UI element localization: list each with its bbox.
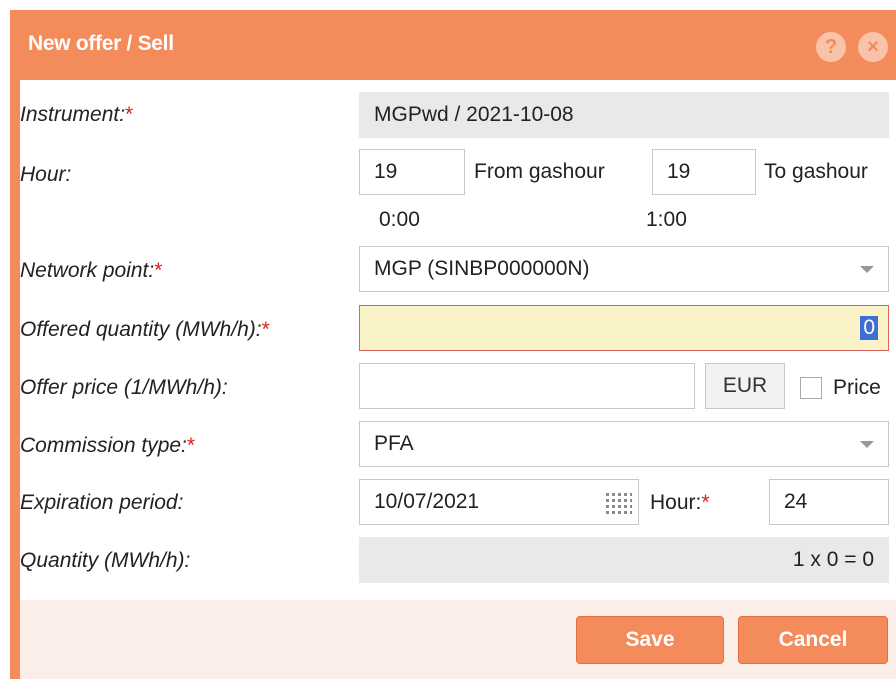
network-point-value: MGP (SINBP000000N)	[374, 257, 590, 280]
price-checkbox[interactable]	[800, 377, 822, 399]
currency-label: EUR	[705, 363, 785, 409]
commission-type-label: Commission type:*	[20, 434, 196, 457]
expiration-hour-value: 24	[784, 490, 808, 513]
save-button[interactable]: Save	[576, 616, 724, 664]
to-time: 1:00	[646, 208, 687, 231]
quantity-label: Quantity (MWh/h):	[20, 549, 191, 572]
required-marker: *	[261, 318, 270, 341]
from-gashour-value: 19	[374, 160, 398, 183]
chevron-down-icon	[860, 441, 874, 448]
to-gashour-value: 19	[667, 160, 691, 183]
network-point-label: Network point:*	[20, 259, 163, 282]
instrument-label: Instrument:*	[20, 103, 134, 126]
required-marker: *	[186, 434, 196, 457]
commission-type-select[interactable]: PFA	[359, 421, 889, 467]
required-marker: *	[701, 491, 710, 514]
instrument-field: MGPwd / 2021-10-08	[359, 92, 889, 138]
expiration-date-value: 10/07/2021	[374, 490, 480, 513]
instrument-value: MGPwd / 2021-10-08	[374, 103, 574, 126]
expiration-date-input[interactable]: 10/07/2021	[359, 479, 639, 525]
required-marker: *	[125, 103, 134, 126]
from-time: 0:00	[379, 208, 420, 231]
expiration-hour-input[interactable]: 24	[769, 479, 889, 525]
chevron-down-icon	[860, 266, 874, 273]
offered-quantity-input[interactable]: 0	[359, 305, 889, 351]
required-marker: *	[154, 259, 163, 282]
from-gashour-input[interactable]: 19	[359, 149, 465, 195]
quantity-field: 1 x 0 = 0	[359, 537, 889, 583]
offered-quantity-label: Offered quantity (MWh/h):*	[20, 318, 270, 341]
close-icon[interactable]: ×	[858, 32, 888, 62]
quantity-value: 1 x 0 = 0	[792, 548, 874, 571]
from-gashour-label: From gashour	[474, 160, 605, 183]
dialog-titlebar: New offer / Sell ? ×	[10, 10, 896, 80]
help-icon[interactable]: ?	[816, 32, 846, 62]
cancel-button[interactable]: Cancel	[738, 616, 888, 664]
expiration-period-label: Expiration period:	[20, 491, 184, 514]
offer-price-label: Offer price (1/MWh/h):	[20, 376, 228, 399]
expiration-hour-label: Hour:*	[650, 491, 710, 514]
to-gashour-label: To gashour	[764, 160, 868, 183]
dialog-title: New offer / Sell	[28, 32, 174, 55]
hour-label: Hour:	[20, 163, 72, 186]
price-checkbox-label: Price	[833, 376, 881, 399]
to-gashour-input[interactable]: 19	[652, 149, 756, 195]
network-point-select[interactable]: MGP (SINBP000000N)	[359, 246, 889, 292]
calendar-icon[interactable]	[606, 490, 632, 514]
offered-quantity-value: 0	[860, 316, 878, 340]
offer-price-input[interactable]	[359, 363, 695, 409]
commission-type-value: PFA	[374, 432, 414, 455]
